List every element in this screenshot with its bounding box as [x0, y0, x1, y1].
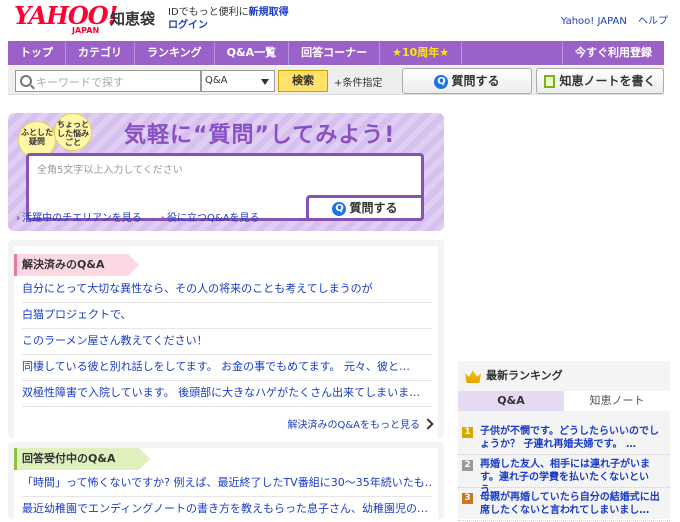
hero-ask-button[interactable]: Q 質問する [306, 195, 424, 221]
list-item[interactable]: 自分にとって大切な異性なら、その人の将来のことも考えてしまうのが [22, 276, 432, 303]
note-icon [544, 75, 556, 88]
nav-answer-corner[interactable]: 回答コーナー [289, 41, 381, 65]
ranking-title: 最新ランキング [486, 369, 563, 382]
ranking-tabs: Q&A 知恵ノート [458, 391, 670, 411]
search-scope-select[interactable]: Q&A [201, 70, 275, 92]
list-item[interactable]: このラーメン屋さん教えてください！ [22, 328, 432, 355]
more-resolved-label: 解決済みのQ&Aをもっと見る [287, 420, 420, 431]
register-link[interactable]: 新規取得 [249, 7, 289, 18]
open-qa-heading: 回答受付中のQ&A [14, 448, 151, 470]
list-item[interactable]: 双極性障害で入院しています。 後頭部に大きなハゲがたくさん出来てしまいま… [22, 380, 432, 407]
write-note-button[interactable]: 知恵ノートを書く [536, 68, 664, 94]
nav-10th-anniversary[interactable]: ★10周年★ [380, 41, 463, 65]
nav-category[interactable]: カテゴリ [66, 41, 135, 65]
useful-qa-link[interactable]: › 役に立つQ&Aを見る [161, 213, 260, 224]
list-item[interactable]: 同棲している彼と別れ話しをしてます。 お金の事でもめてます。 元々、彼と… [22, 354, 432, 381]
search-placeholder: キーワードで探す [36, 76, 124, 89]
crown-icon [465, 370, 481, 383]
ranking-item[interactable]: 3 母親が再婚していたら自分の結婚式に出席したくないと言われてしまいまし… [458, 487, 670, 521]
chevron-right-icon [422, 418, 434, 430]
resolved-qa-heading: 解決済みのQ&A [14, 254, 140, 276]
top-links: Yahoo! JAPAN ヘルプ [553, 12, 668, 27]
logo-text: YAHOO! [14, 1, 118, 30]
ranking-heading: 最新ランキング [458, 361, 670, 391]
open-qa-section: 回答受付中のQ&A 「時間」って怖くないですか? 例えば、最近終了したTV番組に… [8, 442, 444, 519]
ask-question-button[interactable]: Q 質問する [402, 68, 532, 94]
ranking-item-text[interactable]: 子供が不憫です。どうしたらいいのでしょうか？ 子連れ再婚夫婦です。 … [480, 425, 664, 451]
list-item[interactable]: 白猫プロジェクトで、 [22, 302, 432, 329]
search-button[interactable]: 検索 [278, 70, 328, 92]
login-box: IDでもっと便利に新規取得 ログイン [168, 6, 289, 32]
arrow-icon: › [160, 213, 166, 224]
logo-sub: JAPAN [72, 26, 100, 35]
search-bar: キーワードで探す Q&A 検索 +条件指定 Q 質問する 知恵ノートを書く [8, 66, 664, 95]
write-note-label: 知恵ノートを書く [559, 74, 656, 88]
question-placeholder: 全角5文字以上入力してください [37, 165, 183, 176]
list-item[interactable]: 「時間」って怖くないですか? 例えば、最近終了したTV番組に30〜35年続いたも… [22, 470, 432, 497]
tab-qa[interactable]: Q&A [458, 391, 564, 411]
chevron-down-icon [261, 79, 269, 85]
search-scope-value: Q&A [205, 75, 228, 86]
ask-question-label: 質問する [451, 74, 500, 88]
ask-hero-panel: ふとした疑問 ちょっとした悩みごと 気軽に“質問”してみよう! 全角5文字以上入… [8, 113, 444, 231]
rank-badge: 2 [462, 460, 473, 471]
hero-title: 気軽に“質問”してみよう! [124, 123, 396, 148]
question-icon: Q [434, 74, 449, 89]
ranking-item-text[interactable]: 母親が再婚していたら自分の結婚式に出席したくないと言われてしまいまし… [480, 491, 664, 517]
badge-small-worry: ちょっとした悩みごと [54, 113, 92, 151]
conditions-link[interactable]: +条件指定 [334, 74, 382, 89]
tab-chiebukuro-note[interactable]: 知恵ノート [564, 391, 670, 411]
list-item[interactable]: 最近幼稚園でエンディングノートの書き方を教えもらった息子さん、幼稚園児の… [22, 496, 432, 522]
search-icon [20, 75, 32, 87]
help-link[interactable]: ヘルプ [638, 16, 668, 27]
useful-qa-label: 役に立つQ&Aを見る [167, 213, 260, 224]
active-chierian-label: 活躍中のチエリアンを見る [22, 213, 142, 224]
ranking-panel: 最新ランキング Q&A 知恵ノート 1 子供が不憫です。どうしたらいいのでしょう… [458, 361, 670, 521]
nav-register[interactable]: 今すぐ利用登録 [562, 41, 664, 65]
nav-qa-list[interactable]: Q&A一覧 [215, 41, 290, 65]
conditions-label: 条件指定 [342, 78, 383, 89]
resolved-qa-section: 解決済みのQ&A 自分にとって大切な異性なら、その人の将来のことも考えてしまうの… [8, 240, 444, 438]
ranking-item[interactable]: 1 子供が不憫です。どうしたらいいのでしょうか？ 子連れ再婚夫婦です。 … [458, 421, 670, 455]
header: YAHOO! JAPAN 知恵袋 IDでもっと便利に新規取得 ログイン Yaho… [0, 0, 680, 40]
nav-ranking[interactable]: ランキング [135, 41, 215, 65]
yahoo-logo[interactable]: YAHOO! JAPAN [14, 1, 118, 36]
hero-links: › 活躍中のチエリアンを見る › 役に立つQ&Aを見る [16, 209, 276, 224]
global-nav: トップ カテゴリ ランキング Q&A一覧 回答コーナー ★10周年★ 今すぐ利用… [8, 41, 664, 65]
active-chierian-link[interactable]: › 活躍中のチエリアンを見る [16, 213, 142, 224]
more-resolved-link[interactable]: 解決済みのQ&Aをもっと見る [287, 416, 434, 431]
ranking-item[interactable]: 2 再婚した友人、相手には連れ子がいます。連れ子の学費を払いたくないという… [458, 454, 670, 496]
hero-ask-label: 質問する [349, 201, 398, 215]
service-name[interactable]: 知恵袋 [110, 8, 155, 29]
yahoo-japan-link[interactable]: Yahoo! JAPAN [561, 16, 627, 27]
nav-top[interactable]: トップ [8, 41, 66, 65]
search-input[interactable]: キーワードで探す [15, 70, 201, 92]
question-icon: Q [332, 201, 347, 216]
login-note: IDでもっと便利に [168, 7, 249, 18]
rank-badge: 3 [462, 493, 473, 504]
rank-badge: 1 [462, 427, 473, 438]
arrow-icon: › [16, 213, 21, 224]
login-link[interactable]: ログイン [168, 20, 208, 31]
